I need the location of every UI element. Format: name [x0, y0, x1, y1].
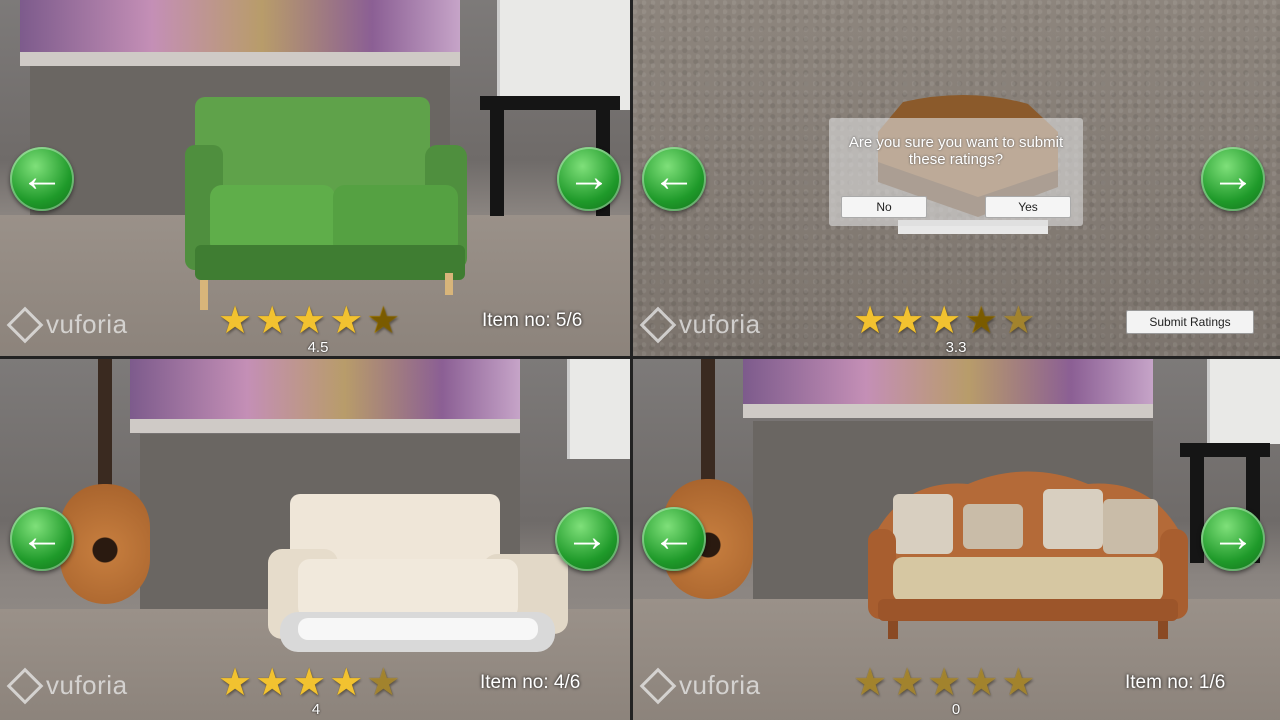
item-number: Item no: 1/6	[1125, 672, 1226, 693]
no-button[interactable]: No	[841, 196, 927, 218]
rating-score: 3.3	[945, 339, 967, 356]
star-icon[interactable]: ★	[255, 302, 289, 340]
vuforia-logo: vuforia	[639, 306, 761, 343]
arrow-left-icon: ←	[20, 512, 64, 561]
submit-ratings-button[interactable]: Submit Ratings	[1126, 310, 1254, 334]
star-icon[interactable]: ★	[329, 664, 363, 702]
prev-button[interactable]: ←	[642, 507, 706, 571]
vuforia-logo: vuforia	[6, 306, 128, 343]
prev-button[interactable]: ←	[642, 147, 706, 211]
star-icon[interactable]: ★	[853, 664, 887, 702]
item-number: Item no: 4/6	[480, 672, 581, 693]
panel-submit-confirm: Are you sure you want to submit these ra…	[633, 0, 1280, 356]
guitar	[60, 359, 150, 604]
star-icon[interactable]: ★	[366, 664, 400, 702]
arrow-right-icon: →	[1211, 152, 1255, 201]
vuforia-logo-icon	[6, 306, 44, 343]
vuforia-wordmark: vuforia	[46, 309, 128, 339]
arrow-right-icon: →	[1211, 512, 1255, 561]
dialog-message: Are you sure you want to submit these ra…	[848, 134, 1064, 168]
vuforia-logo: vuforia	[6, 667, 128, 704]
whiteboard	[567, 359, 630, 459]
star-rating[interactable]: ★ ★ ★ ★ ★	[853, 302, 1035, 340]
star-icon[interactable]: ★	[292, 302, 326, 340]
star-icon[interactable]: ★	[890, 664, 924, 702]
panel-item-4: ← → vuforia ★ ★ ★ ★ ★ 4 Item no: 4/6	[0, 359, 630, 720]
next-button[interactable]: →	[555, 507, 619, 571]
star-icon[interactable]: ★	[218, 664, 252, 702]
wall-poster	[20, 0, 460, 66]
vuforia-wordmark: vuforia	[46, 670, 128, 700]
star-icon[interactable]: ★	[890, 302, 924, 340]
arrow-left-icon: ←	[652, 152, 696, 201]
star-icon[interactable]: ★	[292, 664, 326, 702]
vuforia-logo: vuforia	[639, 667, 761, 704]
rating-score: 4	[311, 701, 321, 718]
next-button[interactable]: →	[1201, 507, 1265, 571]
vuforia-logo-icon	[639, 667, 677, 704]
sofa-model-green	[185, 97, 467, 310]
star-icon[interactable]: ★	[964, 302, 998, 340]
star-rating[interactable]: ★ ★ ★ ★ ★	[218, 302, 400, 340]
yes-button[interactable]: Yes	[985, 196, 1071, 218]
wall-poster	[130, 359, 520, 433]
arrow-left-icon: ←	[20, 152, 64, 201]
item-number: Item no: 5/6	[482, 310, 583, 331]
star-icon[interactable]: ★	[366, 302, 400, 340]
panel-item-1: ← → vuforia ★ ★ ★ ★ ★ 0 Item no: 1/6	[633, 359, 1280, 720]
panel-item-5: ← → vuforia ★ ★ ★ ★ ★ 4.5 Item no: 5/6	[0, 0, 630, 356]
sofa-model-ornate	[868, 471, 1188, 639]
prev-button[interactable]: ←	[10, 147, 74, 211]
confirm-dialog: Are you sure you want to submit these ra…	[829, 118, 1083, 226]
next-button[interactable]: →	[557, 147, 621, 211]
vuforia-logo-icon	[639, 306, 677, 343]
star-icon[interactable]: ★	[1001, 302, 1035, 340]
arrow-right-icon: →	[565, 512, 609, 561]
arrow-right-icon: →	[567, 152, 611, 201]
wall-poster	[743, 359, 1153, 418]
vuforia-wordmark: vuforia	[679, 670, 761, 700]
star-icon[interactable]: ★	[329, 302, 363, 340]
star-icon[interactable]: ★	[853, 302, 887, 340]
star-icon[interactable]: ★	[964, 664, 998, 702]
next-button[interactable]: →	[1201, 147, 1265, 211]
arrow-left-icon: ←	[652, 512, 696, 561]
vuforia-wordmark: vuforia	[679, 309, 761, 339]
vuforia-logo-icon	[6, 667, 44, 704]
prev-button[interactable]: ←	[10, 507, 74, 571]
star-icon[interactable]: ★	[255, 664, 289, 702]
star-icon[interactable]: ★	[927, 302, 961, 340]
ar-rating-screens-grid: ← → vuforia ★ ★ ★ ★ ★ 4.5 Item no: 5/6 A…	[0, 0, 1280, 720]
rating-score: 4.5	[307, 339, 329, 356]
star-icon[interactable]: ★	[1001, 664, 1035, 702]
whiteboard	[497, 0, 630, 110]
star-icon[interactable]: ★	[218, 302, 252, 340]
rating-score: 0	[951, 701, 961, 718]
sofa-model-white	[268, 494, 568, 652]
star-rating[interactable]: ★ ★ ★ ★ ★	[218, 664, 400, 702]
whiteboard	[1207, 359, 1280, 444]
star-rating[interactable]: ★ ★ ★ ★ ★	[853, 664, 1035, 702]
star-icon[interactable]: ★	[927, 664, 961, 702]
